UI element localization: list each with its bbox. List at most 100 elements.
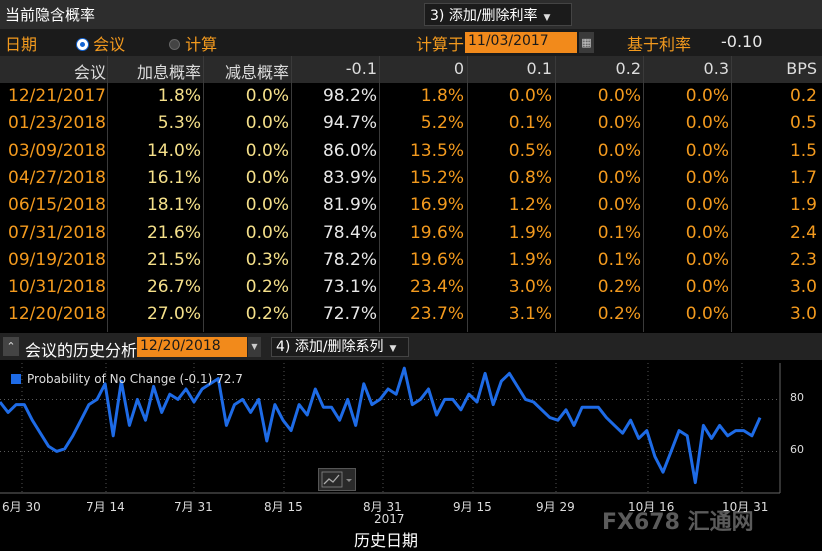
table-row[interactable]: 09/19/2018 21.5% 0.3% 78.2% 19.6% 1.9% 0.1% 0.0… [0,247,822,274]
hike-probability-cell: 21.5% [146,249,201,270]
rate-probability-cell: 0.0% [685,140,729,161]
rate-probability-cell: 0.1% [597,222,641,243]
hike-probability-cell: 18.1% [146,195,201,216]
bps-value-cell: 1.5 [789,140,817,161]
table-row[interactable]: 01/23/2018 5.3% 0.0% 94.7% 5.2% 0.1% 0.0% 0.0% 0… [0,110,822,137]
column-divider [203,56,204,332]
calc-date-label: 计算于 [416,35,465,54]
rate-probability-cell: 78.2% [322,249,377,270]
radio-calc-label: 计算 [185,35,218,54]
col-header-rate: 0.1 [526,59,552,78]
meeting-date-cell: 12/20/2018 [8,304,106,325]
x-axis-title: 历史日期 [354,531,419,550]
meeting-date-cell: 06/15/2018 [8,195,106,216]
cut-probability-cell: 0.0% [245,86,289,106]
bps-value-cell: 2.3 [789,249,817,270]
x-tick-label: 7月 31 [174,500,213,514]
dropdown-arrow-icon: ▼ [543,13,551,23]
table-row[interactable]: 07/31/2018 21.6% 0.0% 78.4% 19.6% 1.9% 0.1% 0.0… [0,220,822,247]
rate-probability-cell: 98.2% [322,86,377,106]
add-remove-rate-label: 3) 添加/删除利率 [430,8,538,24]
y-tick-label: 60 [790,443,804,457]
hike-probability-cell: 21.6% [146,222,201,243]
table-row[interactable]: 04/27/2018 16.1% 0.0% 83.9% 15.2% 0.8% 0.0% 0.0… [0,165,822,192]
rate-probability-cell: 94.7% [322,113,377,134]
hike-probability-cell: 16.1% [146,167,201,188]
rate-probability-cell: 15.2% [409,167,464,188]
legend-swatch [11,374,21,384]
rate-probability-cell: 0.1% [508,113,552,134]
meeting-date-cell: 03/09/2018 [8,140,106,161]
radio-selected-icon [77,39,88,50]
add-remove-rate-menu[interactable]: 3) 添加/删除利率 ▼ [424,3,572,26]
column-divider [379,56,380,332]
title-bar [0,0,822,29]
radio-meeting[interactable]: 会议 [77,31,125,55]
rate-probability-cell: 0.2% [597,277,641,298]
cut-probability-cell: 0.0% [245,140,289,161]
bps-value-cell: 0.5 [789,113,817,134]
meeting-date-cell: 09/19/2018 [8,249,106,270]
x-tick-label: 10月 16 [628,500,675,514]
meeting-date-cell: 12/21/2017 [8,86,106,106]
bps-value-cell: 3.0 [789,277,817,298]
x-tick-label: 9月 15 [453,500,492,514]
rate-probability-cell: 1.2% [508,195,552,216]
panel-title: 当前隐含概率 [5,6,96,24]
table-row[interactable]: 03/09/2018 14.0% 0.0% 86.0% 13.5% 0.5% 0.0% 0.0… [0,138,822,165]
calc-date-input[interactable]: 11/03/2017 [465,32,577,53]
bps-value-cell: 0.2 [789,86,817,106]
rate-probability-cell: 1.9% [508,249,552,270]
rate-probability-cell: 16.9% [409,195,464,216]
hike-probability-cell: 26.7% [146,277,201,298]
chevron-down-icon[interactable]: ▼ [248,337,261,357]
calendar-icon[interactable]: ▦ [579,32,594,53]
column-divider [107,56,108,332]
cut-probability-cell: 0.0% [245,195,289,216]
rate-probability-cell: 0.1% [597,249,641,270]
meeting-date-cell: 01/23/2018 [8,113,106,134]
radio-meeting-label: 会议 [93,35,126,54]
add-remove-series-label: 4) 添加/删除系列 [276,339,384,355]
rate-probability-cell: 23.4% [409,277,464,298]
rate-probability-cell: 0.0% [597,140,641,161]
cut-probability-cell: 0.2% [245,277,289,298]
add-remove-series-menu[interactable]: 4) 添加/删除系列 ▼ [271,337,409,357]
table-header: 会议 加息概率 减息概率 -0.1 0 0.1 0.2 0.3 BPS [0,56,822,83]
x-tick-label: 7月 14 [86,500,125,514]
rate-probability-cell: 3.0% [508,277,552,298]
rate-probability-cell: 0.0% [685,249,729,270]
history-date-input[interactable]: 12/20/2018 [137,337,247,357]
radio-calc[interactable]: 计算 [169,31,217,55]
rate-probability-cell: 0.0% [685,222,729,243]
x-tick-label: 8月 31 [363,500,402,514]
rate-probability-cell: 23.7% [409,304,464,325]
rate-probability-cell: 0.0% [685,167,729,188]
dropdown-arrow-icon: ▼ [389,344,397,354]
rate-probability-cell: 0.0% [685,277,729,298]
x-tick-label: 9月 29 [536,500,575,514]
col-header-rate: 0.2 [615,59,641,78]
chart-type-icon[interactable] [318,468,356,491]
line-chart-icon [321,471,352,488]
rate-probability-cell: 0.2% [597,304,641,325]
cut-probability-cell: 0.0% [245,113,289,134]
legend-label: Probability of No Change (-0.1) 72.7 [27,372,243,386]
hike-probability-cell: 5.3% [157,113,201,134]
rate-probability-cell: 13.5% [409,140,464,161]
rate-probability-cell: 5.2% [420,113,464,134]
col-header-rate: -0.1 [345,59,377,78]
collapse-chevron-icon[interactable]: ⌃ [3,337,19,356]
rate-probability-cell: 0.0% [685,195,729,216]
table-row[interactable]: 06/15/2018 18.1% 0.0% 81.9% 16.9% 1.2% 0.0% 0.0… [0,192,822,219]
rate-probability-cell: 78.4% [322,222,377,243]
hike-probability-cell: 14.0% [146,140,201,161]
table-row[interactable]: 10/31/2018 26.7% 0.2% 73.1% 23.4% 3.0% 0.2% 0.0… [0,274,822,301]
table-row[interactable]: 12/21/2017 1.8% 0.0% 98.2% 1.8% 0.0% 0.0% 0.0% 0… [0,83,822,110]
rate-probability-cell: 0.0% [597,195,641,216]
x-tick-label: 8月 15 [264,500,303,514]
table-row[interactable]: 12/20/2018 27.0% 0.2% 72.7% 23.7% 3.1% 0.2% 0.0… [0,301,822,328]
col-header-bps: BPS [786,59,817,78]
base-rate-value: -0.10 [721,32,763,51]
rate-probability-cell: 1.9% [508,222,552,243]
